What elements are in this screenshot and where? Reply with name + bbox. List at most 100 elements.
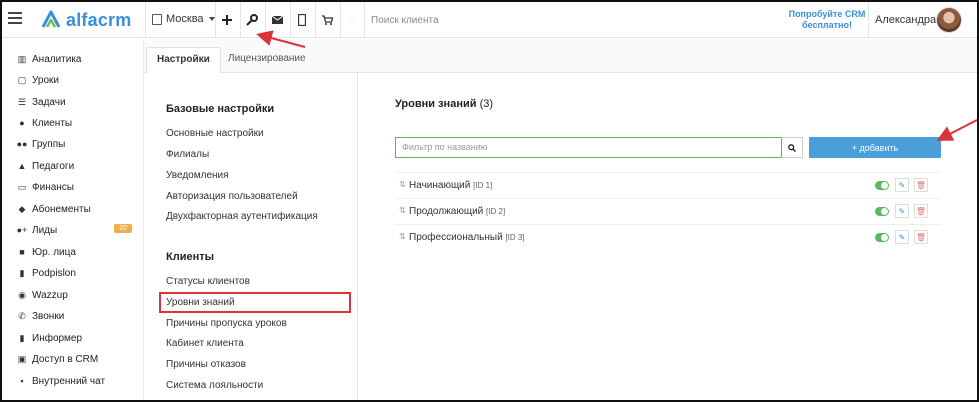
sidebar-item[interactable]: ▮ Podpislon bbox=[16, 264, 136, 282]
sidebar-item[interactable]: ●+ Лиды 20 bbox=[16, 221, 136, 239]
document-icon: ▮ bbox=[19, 268, 25, 278]
sidebar-item[interactable]: ▪ Внутренний чат bbox=[16, 372, 136, 390]
wrench-icon bbox=[246, 14, 258, 26]
mobile-button[interactable] bbox=[292, 10, 312, 30]
delete-button[interactable]: 🗑 bbox=[914, 204, 928, 218]
app-window: alfacrm Москва ☆ Поиск клиента Попробуйт… bbox=[0, 0, 979, 402]
settings-item-client-cabinet[interactable]: Кабинет клиента bbox=[166, 338, 244, 349]
sidebar-item-label: Группы bbox=[32, 138, 66, 150]
sidebar-item-label: Информер bbox=[32, 332, 83, 344]
enabled-toggle[interactable] bbox=[875, 181, 889, 190]
page-title-text: Уровни знаний bbox=[395, 98, 477, 110]
sidebar-item[interactable]: ● Клиенты bbox=[16, 114, 136, 132]
row-name: Продолжающий bbox=[409, 206, 484, 217]
client-search-input[interactable]: Поиск клиента bbox=[371, 15, 439, 26]
divider bbox=[265, 2, 266, 38]
row-label: Начинающий [ID 1] bbox=[409, 180, 492, 191]
trash-icon: 🗑 bbox=[915, 206, 927, 216]
filter-search-button[interactable] bbox=[781, 137, 803, 158]
sidebar-item[interactable]: ▢ Уроки bbox=[16, 71, 136, 89]
logo-mark-icon bbox=[41, 10, 61, 28]
pencil-icon: ✎ bbox=[898, 206, 906, 216]
plus-button[interactable] bbox=[217, 10, 237, 30]
settings-item-notifications[interactable]: Уведомления bbox=[166, 170, 229, 181]
edit-button[interactable]: ✎ bbox=[895, 204, 909, 218]
user-icon: ● bbox=[19, 118, 25, 128]
settings-item-knowledge-levels[interactable]: Уровни знаний bbox=[166, 297, 235, 308]
menu-icon[interactable] bbox=[8, 12, 22, 24]
search-icon bbox=[787, 143, 796, 152]
sidebar-item[interactable]: ▥ Аналитика bbox=[16, 50, 136, 68]
divider bbox=[364, 2, 365, 38]
sidebar-item[interactable]: ▲ Педагоги bbox=[16, 157, 136, 175]
settings-button[interactable] bbox=[242, 10, 262, 30]
sidebar-item[interactable]: ☰ Задачи bbox=[16, 93, 136, 111]
sidebar-item[interactable]: ▣ Доступ в CRM bbox=[16, 350, 136, 368]
sidebar-item-label: Звонки bbox=[32, 310, 65, 322]
pencil-icon: ✎ bbox=[898, 180, 906, 190]
settings-item-absence-reasons[interactable]: Причины пропуска уроков bbox=[166, 318, 287, 329]
sidebar-item[interactable]: ◉ Wazzup bbox=[16, 286, 136, 304]
sidebar-item[interactable]: ◆ Абонементы bbox=[16, 200, 136, 218]
enabled-toggle[interactable] bbox=[875, 207, 889, 216]
delete-button[interactable]: 🗑 bbox=[914, 178, 928, 192]
trash-icon: 🗑 bbox=[915, 180, 927, 190]
divider bbox=[290, 2, 291, 38]
filter-input[interactable]: Фильтр по названию bbox=[395, 137, 782, 158]
tasks-icon: ☰ bbox=[17, 97, 27, 107]
cart-button[interactable] bbox=[317, 10, 337, 30]
sidebar-item-label: Финансы bbox=[32, 181, 74, 193]
tab-licensing[interactable]: Лицензирование bbox=[218, 47, 316, 74]
settings-item-branches[interactable]: Филиалы bbox=[166, 149, 209, 160]
sidebar-item-label: Внутренний чат bbox=[32, 375, 106, 387]
whatsapp-icon: ◉ bbox=[18, 290, 26, 300]
settings-item-user-auth[interactable]: Авторизация пользователей bbox=[166, 191, 298, 202]
edit-button[interactable]: ✎ bbox=[895, 178, 909, 192]
add-button[interactable]: + добавить bbox=[809, 137, 941, 158]
avatar[interactable] bbox=[936, 7, 962, 33]
drag-handle-icon[interactable]: ⇅ bbox=[399, 180, 406, 189]
settings-item-2fa[interactable]: Двухфакторная аутентификация bbox=[166, 211, 318, 222]
tab-settings[interactable]: Настройки bbox=[146, 47, 221, 74]
city-selector[interactable]: Москва bbox=[152, 13, 215, 25]
settings-item-loyalty[interactable]: Система лояльности bbox=[166, 380, 263, 391]
logo[interactable]: alfacrm bbox=[40, 8, 131, 32]
star-button[interactable]: ☆ bbox=[342, 10, 362, 30]
drag-handle-icon[interactable]: ⇅ bbox=[399, 232, 406, 241]
trash-icon: 🗑 bbox=[915, 232, 927, 242]
row-name: Начинающий bbox=[409, 180, 471, 191]
drag-handle-icon[interactable]: ⇅ bbox=[399, 206, 406, 215]
sidebar-item[interactable]: ■ Юр. лица bbox=[16, 243, 136, 261]
delete-button[interactable]: 🗑 bbox=[914, 230, 928, 244]
table-row: ⇅ Продолжающий [ID 2] ✎ 🗑 bbox=[395, 198, 941, 224]
calendar-icon: ▢ bbox=[17, 75, 27, 85]
city-label: Москва bbox=[166, 13, 204, 25]
briefcase-icon: ■ bbox=[19, 247, 25, 257]
settings-item-main[interactable]: Основные настройки bbox=[166, 128, 264, 139]
divider bbox=[340, 2, 341, 38]
mail-button[interactable] bbox=[267, 10, 287, 30]
settings-item-client-statuses[interactable]: Статусы клиентов bbox=[166, 276, 250, 287]
sidebar-item-label: Юр. лица bbox=[32, 246, 76, 258]
top-bar: alfacrm Москва ☆ Поиск клиента Попробуйт… bbox=[2, 2, 977, 38]
enabled-toggle[interactable] bbox=[875, 233, 889, 242]
user-name[interactable]: Александра bbox=[875, 14, 936, 26]
edit-button[interactable]: ✎ bbox=[895, 230, 909, 244]
tab-bar: Настройки Лицензирование bbox=[144, 39, 977, 74]
free-trial-link[interactable]: Попробуйте CRM бесплатно! bbox=[787, 9, 867, 31]
sidebar-item[interactable]: ▭ Финансы bbox=[16, 178, 136, 196]
clients-heading: Клиенты bbox=[166, 251, 215, 263]
table-row: ⇅ Профессиональный [ID 3] ✎ 🗑 bbox=[395, 224, 941, 250]
row-id: [ID 3] bbox=[505, 233, 525, 242]
sidebar-item[interactable]: ✆ Звонки bbox=[16, 307, 136, 325]
sidebar-item[interactable]: ▮ Информер bbox=[16, 329, 136, 347]
settings-item-refusal-reasons[interactable]: Причины отказов bbox=[166, 359, 246, 370]
sidebar-item-label: Уроки bbox=[32, 74, 59, 86]
divider bbox=[315, 2, 316, 38]
page-title: Уровни знаний (3) bbox=[395, 98, 493, 110]
envelope-icon bbox=[271, 16, 283, 24]
sidebar: ▥ Аналитика ▢ Уроки ☰ Задачи ● Клиенты ●● Группы ▲… bbox=[2, 39, 144, 400]
sidebar-item[interactable]: ●● Группы bbox=[16, 135, 136, 153]
money-icon: ▭ bbox=[17, 182, 27, 192]
row-name: Профессиональный bbox=[409, 232, 503, 243]
